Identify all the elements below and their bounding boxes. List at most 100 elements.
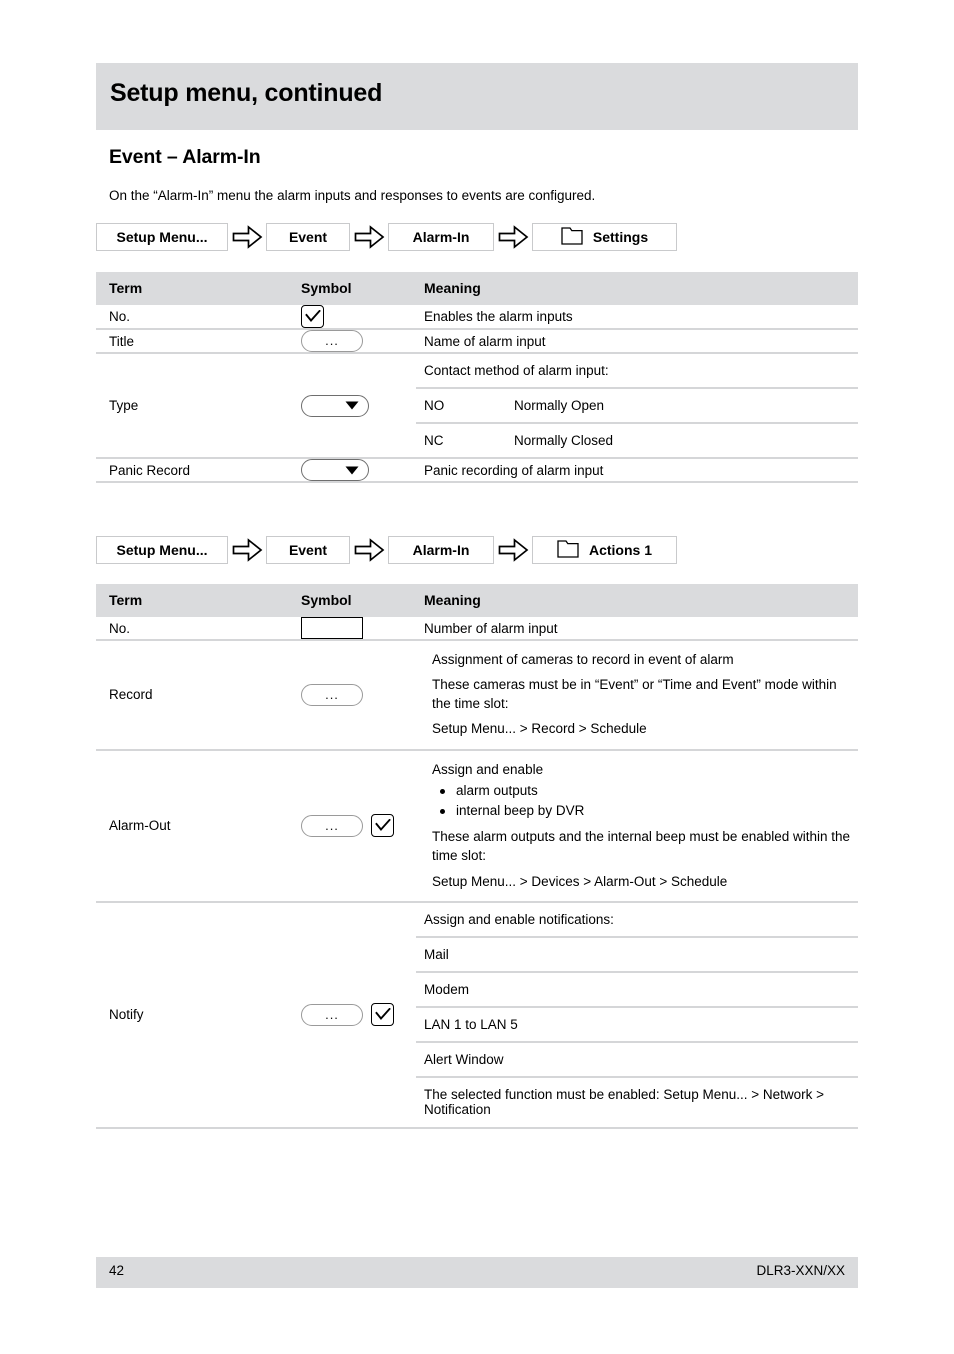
meaning-line: The selected function must be enabled: — [424, 1086, 660, 1102]
breadcrumb-item-settings[interactable]: Settings — [532, 223, 677, 251]
breadcrumb-item-alarm-in[interactable]: Alarm-In — [388, 536, 494, 564]
bullet-item: alarm outputs — [432, 781, 858, 801]
column-header-symbol: Symbol — [301, 272, 416, 305]
row-term: No. — [109, 620, 131, 636]
arrow-right-outline-icon — [494, 222, 532, 252]
ellipsis-label: ... — [325, 1006, 339, 1022]
table-row: No. Enables the alarm inputs — [96, 305, 858, 329]
page-title: Setup menu, continued — [110, 79, 383, 107]
subtable-row: Assign and enable notifications: — [416, 903, 858, 937]
subrow-text: Assign and enable notifications: — [424, 911, 614, 927]
checkbox-checked-icon[interactable] — [301, 305, 324, 328]
row-symbol — [301, 352, 416, 458]
breadcrumb-actions1: Setup Menu... Event Alarm-In Actions 1 — [96, 535, 677, 565]
column-header-meaning: Meaning — [416, 272, 858, 305]
meaning-subtable: Contact method of alarm input: NO Normal… — [416, 354, 858, 457]
ellipsis-button-icon[interactable]: ... — [301, 683, 363, 706]
row-meaning: Panic recording of alarm input — [416, 457, 858, 483]
breadcrumb-label: Setup Menu... — [116, 229, 208, 245]
settings-table: Term Symbol Meaning No. Enables the alar… — [96, 272, 858, 483]
section-heading: Event – Alarm-In — [109, 146, 261, 168]
row-symbol — [301, 305, 416, 329]
subrow-text: The selected function must be enabled: S… — [416, 1075, 858, 1127]
subtable-row: Contact method of alarm input: — [416, 354, 858, 388]
document-page: Setup menu, continued Event – Alarm-In O… — [96, 0, 858, 1354]
breadcrumb-label: Actions 1 — [588, 542, 652, 558]
row-term: Alarm-Out — [96, 748, 301, 902]
ellipsis-label: ... — [325, 333, 339, 349]
subrow-text: Alert Window — [416, 1040, 858, 1077]
column-header-meaning: Meaning — [416, 584, 858, 617]
row-meaning: Assignment of cameras to record in event… — [416, 639, 858, 750]
ellipsis-button-icon[interactable]: ... — [301, 1003, 363, 1026]
ellipsis-button-icon[interactable]: ... — [301, 330, 363, 352]
subrow-code: NO — [416, 387, 506, 423]
row-symbol: ... — [301, 748, 416, 902]
breadcrumb-item-event[interactable]: Event — [266, 223, 350, 251]
dropdown-icon[interactable] — [301, 459, 369, 481]
subtable-row: Alert Window — [416, 1040, 858, 1077]
checkbox-checked-icon[interactable] — [371, 1003, 394, 1027]
row-term: Title — [96, 328, 301, 353]
row-symbol: ... — [301, 328, 416, 353]
ellipsis-button-icon[interactable]: ... — [301, 814, 363, 837]
subrow-text: Mail — [416, 935, 858, 972]
page-footer-band: 42 DLR3-XXN/XX — [96, 1257, 858, 1288]
row-symbol — [301, 617, 416, 640]
row-meaning: Assign and enable alarm outputs internal… — [416, 748, 858, 902]
breadcrumb-item-event[interactable]: Event — [266, 536, 350, 564]
row-symbol: ... — [301, 639, 416, 750]
arrow-right-outline-icon — [228, 222, 266, 252]
chevron-down-icon — [345, 466, 359, 474]
breadcrumb-label: Event — [288, 229, 328, 245]
column-header-symbol: Symbol — [301, 584, 416, 617]
table-row: Alarm-Out ... Assign and enable alarm ou… — [96, 748, 858, 902]
meaning-line: Setup Menu... > Devices > Alarm-Out > Sc… — [432, 873, 728, 889]
folder-icon — [561, 226, 583, 248]
meaning-intro: Assign and enable — [432, 761, 544, 777]
meaning-subtable: Assign and enable notifications: Mail Mo… — [416, 903, 858, 1127]
breadcrumb-item-alarm-in[interactable]: Alarm-In — [388, 223, 494, 251]
table-row: Panic Record Panic recording of alarm in… — [96, 457, 858, 483]
breadcrumb-item-setup-menu[interactable]: Setup Menu... — [96, 536, 228, 564]
breadcrumb-settings: Setup Menu... Event Alarm-In Settings — [96, 222, 677, 252]
row-term: Type — [96, 352, 301, 458]
row-meaning: Name of alarm input — [416, 328, 858, 353]
subtable-row: NC Normally Closed — [416, 422, 858, 457]
checkbox-checked-icon[interactable] — [371, 814, 394, 838]
row-meaning: Contact method of alarm input: NO Normal… — [416, 352, 858, 458]
breadcrumb-label: Event — [288, 542, 328, 558]
folder-icon — [557, 539, 579, 561]
breadcrumb-item-actions1[interactable]: Actions 1 — [532, 536, 677, 564]
row-term: No. — [109, 309, 131, 324]
table-row: Notify ... Assign and enable notificatio… — [96, 900, 858, 1129]
row-meaning: Number of alarm input — [424, 620, 558, 636]
table-header-row: Term Symbol Meaning — [96, 272, 858, 305]
subrow-text: LAN 1 to LAN 5 — [416, 1005, 858, 1042]
section-intro-text: On the “Alarm-In” menu the alarm inputs … — [109, 188, 596, 203]
row-term: Record — [96, 639, 301, 750]
column-header-term: Term — [96, 272, 301, 305]
ellipsis-label: ... — [325, 686, 339, 702]
table-row: Record ... Assignment of cameras to reco… — [96, 639, 858, 750]
row-symbol — [301, 457, 416, 483]
subtable-row: LAN 1 to LAN 5 — [416, 1005, 858, 1042]
subrow-text: Normally Open — [506, 387, 858, 423]
page-header-band: Setup menu, continued — [96, 63, 858, 130]
breadcrumb-label: Setup Menu... — [116, 542, 208, 558]
arrow-right-outline-icon — [350, 535, 388, 565]
arrow-right-outline-icon — [350, 222, 388, 252]
meaning-line: These alarm outputs and the internal bee… — [432, 829, 851, 864]
table-row: Title ... Name of alarm input — [96, 328, 858, 353]
model-identifier: DLR3-XXN/XX — [756, 1263, 845, 1278]
row-symbol: ... — [301, 900, 416, 1129]
table-row: Type Contact method of alarm input: NO N… — [96, 352, 858, 458]
row-term: Panic Record — [96, 457, 301, 483]
dropdown-icon[interactable] — [301, 394, 369, 417]
input-box-icon[interactable] — [301, 617, 363, 639]
table-header-row: Term Symbol Meaning — [96, 584, 858, 617]
meaning-line: Assignment of cameras to record in event… — [432, 652, 734, 667]
breadcrumb-item-setup-menu[interactable]: Setup Menu... — [96, 223, 228, 251]
meaning-line: Setup Menu... > Record > Schedule — [432, 721, 647, 737]
actions-table: Term Symbol Meaning No. Number of alarm … — [96, 584, 858, 1129]
